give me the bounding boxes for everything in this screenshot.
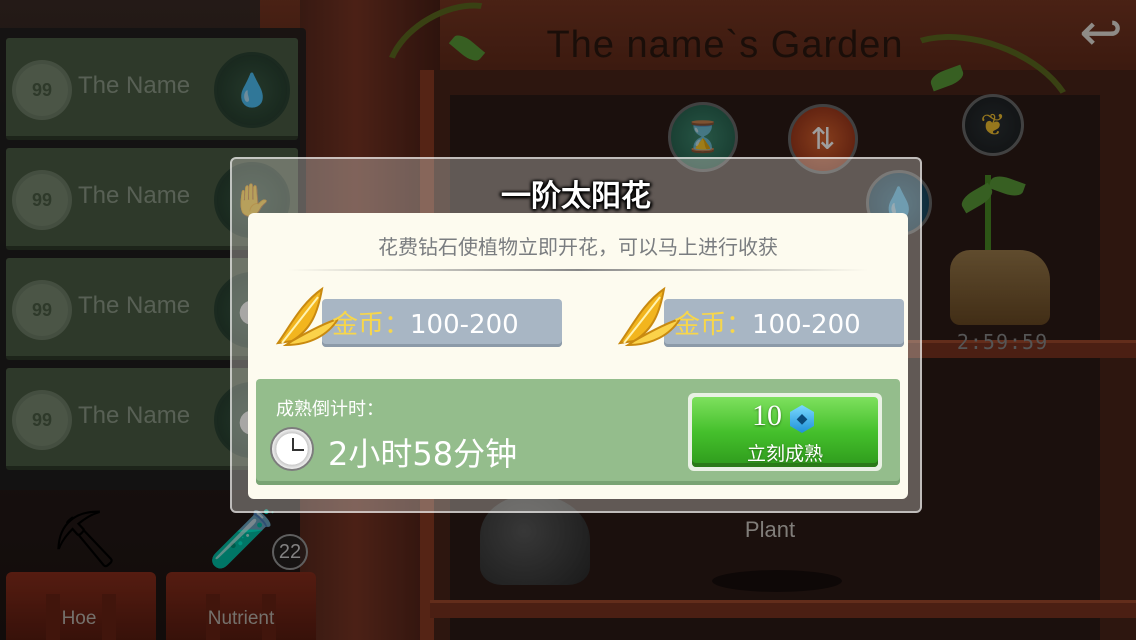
instant-mature-button-face[interactable]: 10 ◆ 立刻成熟 xyxy=(692,397,878,467)
diamond-icon: ◆ xyxy=(790,405,814,433)
timer-value: 2小时58分钟 xyxy=(328,435,518,473)
instant-mature-label: 立刻成熟 xyxy=(746,443,823,465)
dialog-body: 花费钻石使植物立即开花，可以马上进行收获 金币：100-200 金币：100-2… xyxy=(248,213,908,499)
instant-mature-button[interactable]: 10 ◆ 立刻成熟 xyxy=(688,393,882,471)
reward-text: 金币：100-200 xyxy=(332,304,519,341)
dialog-description: 花费钻石使植物立即开花，可以马上进行收获 xyxy=(378,235,778,259)
diamond-cost: 10 xyxy=(752,399,782,432)
reward-value: 100-200 xyxy=(410,310,519,340)
reward-label: 金币： xyxy=(332,310,411,340)
maturity-timer-panel: 成熟倒计时： 2小时58分钟 10 ◆ 立刻成熟 xyxy=(256,379,900,485)
reward-item: 金币：100-200 xyxy=(262,286,562,365)
dialog-title: 一阶太阳花 xyxy=(501,179,651,214)
reward-label: 金币： xyxy=(674,310,753,340)
timer-caption: 成熟倒计时： xyxy=(276,399,384,420)
divider xyxy=(288,269,868,271)
reward-value: 100-200 xyxy=(752,310,861,340)
ripen-dialog: 一阶太阳花 花费钻石使植物立即开花，可以马上进行收获 金币：100-200 金币… xyxy=(230,157,922,513)
reward-item: 金币：100-200 xyxy=(604,286,904,365)
clock-icon xyxy=(270,427,314,471)
reward-text: 金币：100-200 xyxy=(674,304,861,341)
